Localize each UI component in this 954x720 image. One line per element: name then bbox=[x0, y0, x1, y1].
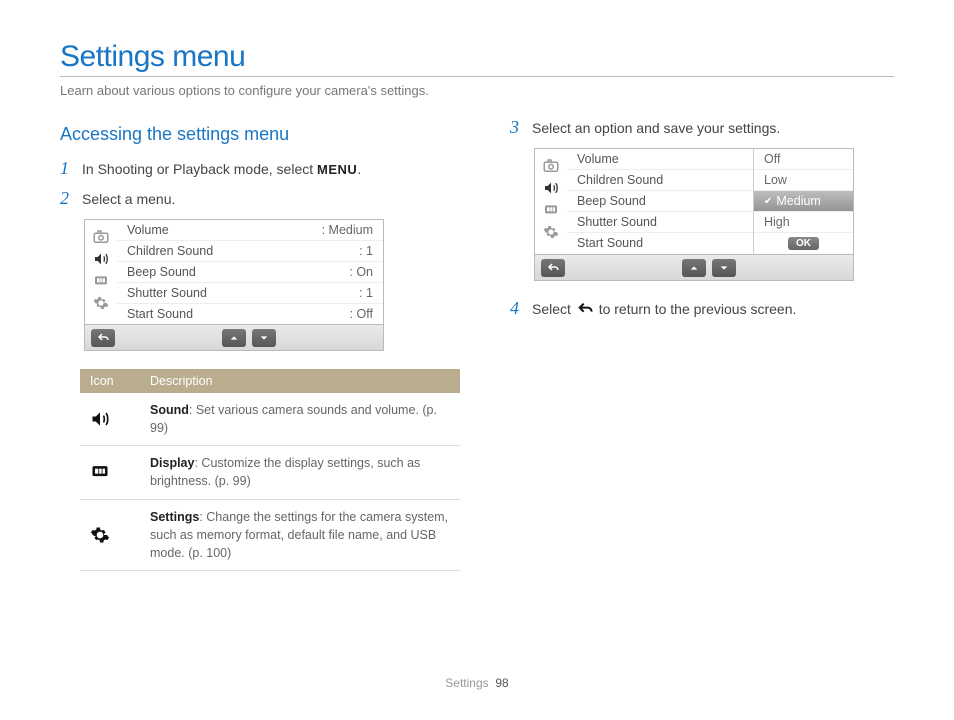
up-button[interactable] bbox=[222, 329, 246, 347]
settings-icon bbox=[80, 499, 140, 570]
page-title: Settings menu bbox=[60, 40, 894, 74]
option-item[interactable]: High bbox=[754, 212, 853, 233]
section-heading: Accessing the settings menu bbox=[60, 124, 460, 145]
step-number: 4 bbox=[510, 299, 524, 317]
camera-icon bbox=[540, 155, 562, 177]
menu-row[interactable]: Shutter Sound bbox=[567, 212, 753, 233]
icon-description-table: Icon Description Sound: Set various came… bbox=[80, 369, 460, 571]
option-item[interactable]: Off bbox=[754, 149, 853, 170]
menu-row[interactable]: Children Sound: 1 bbox=[117, 241, 383, 262]
display-icon bbox=[90, 270, 112, 292]
menu-label: MENU bbox=[317, 162, 357, 177]
step-3: 3 Select an option and save your setting… bbox=[510, 118, 894, 136]
step-text: Select a menu. bbox=[82, 189, 175, 207]
ok-button[interactable]: OK bbox=[788, 237, 819, 250]
menu-row[interactable]: Start Sound: Off bbox=[117, 304, 383, 324]
step-4: 4 Select to return to the previous scree… bbox=[510, 299, 894, 317]
option-item[interactable]: Medium bbox=[754, 191, 853, 212]
camera-screen-options: VolumeChildren SoundBeep SoundShutter So… bbox=[534, 148, 854, 281]
down-button[interactable] bbox=[252, 329, 276, 347]
menu-row[interactable]: Beep Sound: On bbox=[117, 262, 383, 283]
table-row: Settings: Change the settings for the ca… bbox=[80, 499, 460, 570]
table-header-icon: Icon bbox=[80, 369, 140, 393]
table-row: Display: Customize the display settings,… bbox=[80, 446, 460, 499]
page-subtitle: Learn about various options to configure… bbox=[60, 83, 894, 98]
step-2: 2 Select a menu. bbox=[60, 189, 460, 207]
menu-row[interactable]: Start Sound bbox=[567, 233, 753, 253]
step-text: Select an option and save your settings. bbox=[532, 118, 780, 136]
settings-icon bbox=[90, 292, 112, 314]
step-text: Select bbox=[532, 301, 575, 317]
settings-icon bbox=[540, 221, 562, 243]
step-number: 1 bbox=[60, 159, 74, 177]
back-icon bbox=[577, 301, 593, 317]
step-text: In Shooting or Playback mode, select bbox=[82, 161, 317, 177]
back-button[interactable] bbox=[541, 259, 565, 277]
menu-row[interactable]: Beep Sound bbox=[567, 191, 753, 212]
step-number: 2 bbox=[60, 189, 74, 207]
page-footer: Settings 98 bbox=[0, 676, 954, 690]
display-icon bbox=[540, 199, 562, 221]
menu-row[interactable]: Children Sound bbox=[567, 170, 753, 191]
display-icon bbox=[80, 446, 140, 499]
menu-row[interactable]: Volume: Medium bbox=[117, 220, 383, 241]
table-row: Sound: Set various camera sounds and vol… bbox=[80, 393, 460, 446]
up-button[interactable] bbox=[682, 259, 706, 277]
camera-screen-menu: Volume: MediumChildren Sound: 1Beep Soun… bbox=[84, 219, 384, 351]
back-button[interactable] bbox=[91, 329, 115, 347]
menu-row[interactable]: Shutter Sound: 1 bbox=[117, 283, 383, 304]
step-1: 1 In Shooting or Playback mode, select M… bbox=[60, 159, 460, 177]
menu-row[interactable]: Volume bbox=[567, 149, 753, 170]
camera-icon bbox=[90, 226, 112, 248]
option-item[interactable]: Low bbox=[754, 170, 853, 191]
ok-row: OK bbox=[754, 233, 853, 254]
table-header-desc: Description bbox=[140, 369, 460, 393]
sound-icon bbox=[80, 393, 140, 446]
sound-icon bbox=[90, 248, 112, 270]
down-button[interactable] bbox=[712, 259, 736, 277]
step-number: 3 bbox=[510, 118, 524, 136]
sound-icon bbox=[540, 177, 562, 199]
